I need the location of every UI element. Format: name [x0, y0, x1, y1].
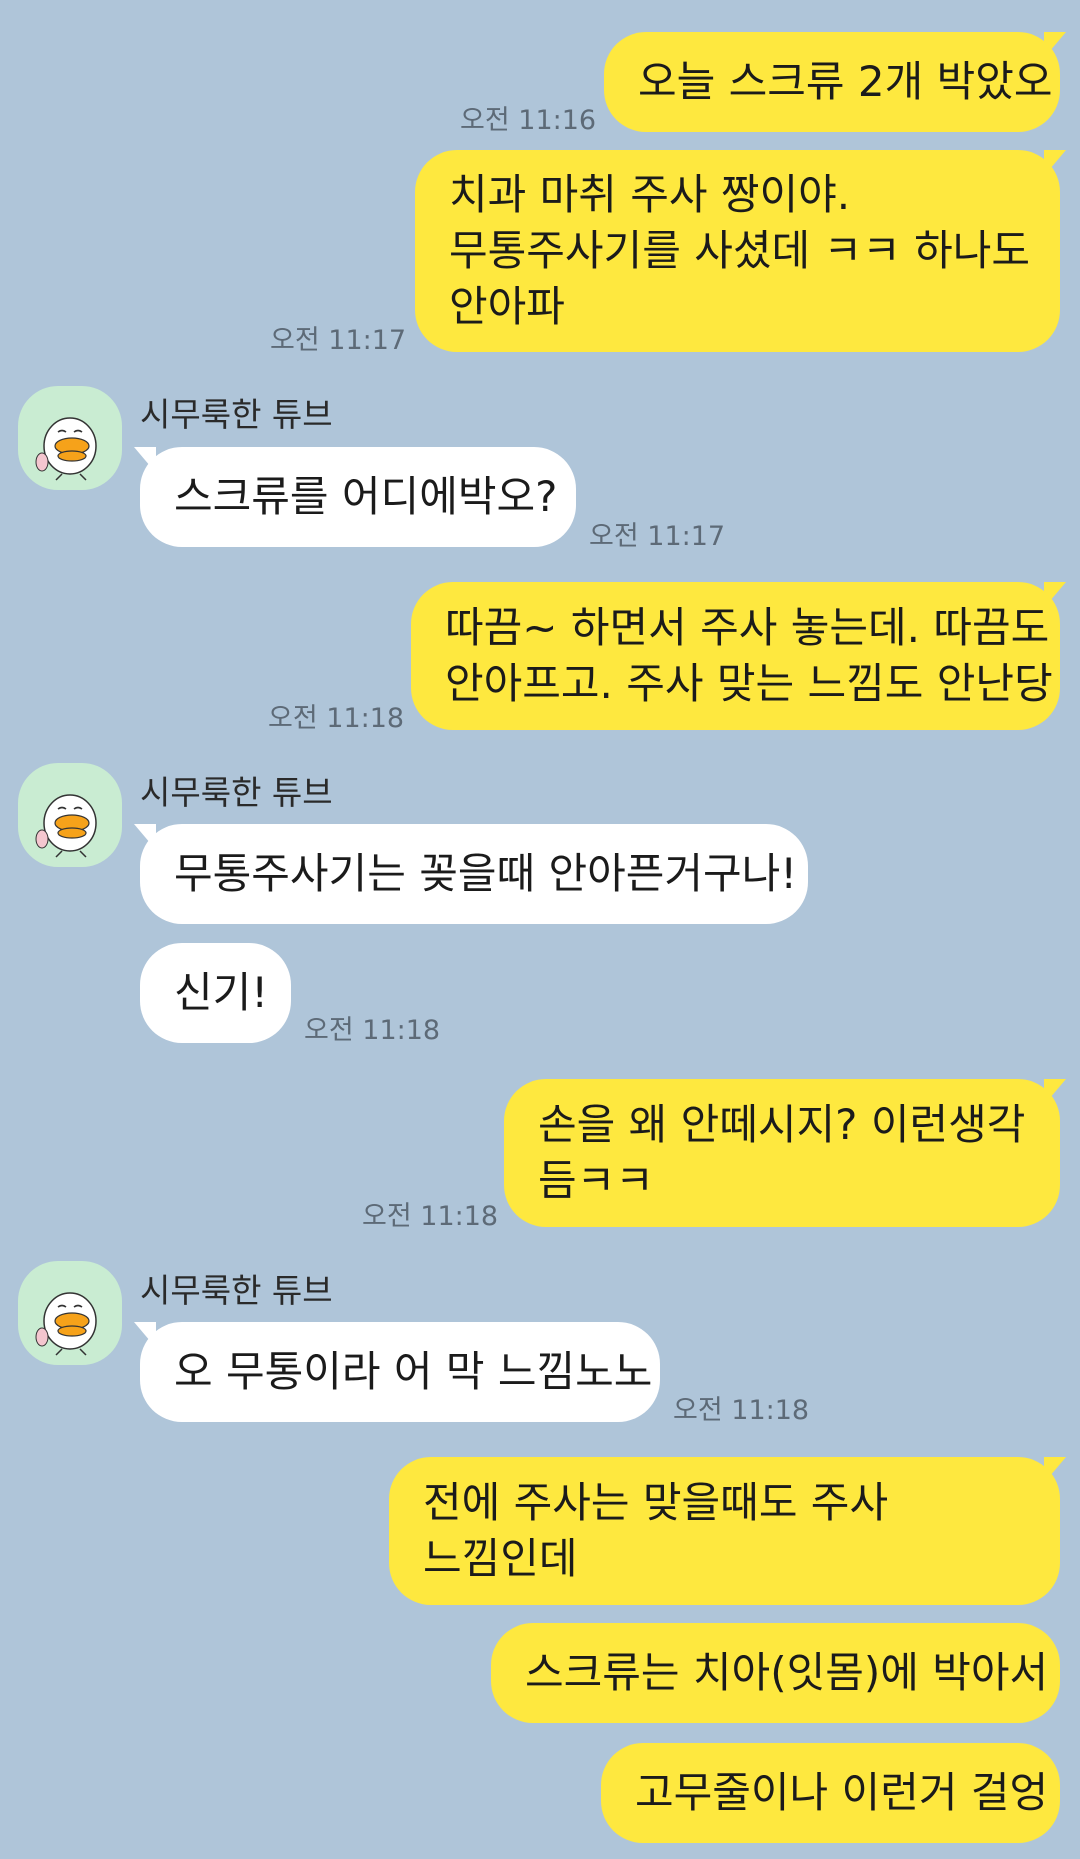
message-text: 전에 주사는 맞을때도 주사 [423, 1478, 889, 1527]
message-text: 오 무통이라 어 막 느낌노노 [174, 1347, 653, 1396]
avatar[interactable] [18, 1261, 122, 1365]
avatar[interactable] [18, 763, 122, 867]
message-bubble-incoming[interactable]: 오 무통이라 어 막 느낌노노 [134, 1322, 660, 1422]
message-bubble-incoming[interactable]: 신기! [140, 943, 291, 1043]
message-bubble-outgoing[interactable]: 오늘 스크류 2개 박았오 [604, 32, 1066, 132]
message-text: 안아파 [449, 282, 565, 331]
message-text: 고무줄이나 이런거 걸엉 [635, 1768, 1049, 1817]
message-text: 느낌인데 [423, 1534, 578, 1583]
message-text: 무통주사기는 꽂을때 안아픈거구나! [174, 849, 798, 898]
message-timestamp: 오전 11:18 [268, 703, 405, 734]
message-bubble-outgoing[interactable]: 고무줄이나 이런거 걸엉 [601, 1743, 1060, 1843]
message-text: 안아프고. 주사 맞는 느낌도 안난당 [445, 659, 1053, 708]
tube-duck-avatar-icon [35, 1292, 97, 1356]
message-timestamp: 오전 11:18 [304, 1015, 441, 1046]
message-bubble-outgoing[interactable]: 따끔~ 하면서 주사 놓는데. 따끔도 안아프고. 주사 맞는 느낌도 안난당 [411, 582, 1066, 730]
message-timestamp: 오전 11:16 [460, 105, 597, 136]
message-text: 손을 왜 안떼시지? 이런생각 [538, 1100, 1026, 1149]
message-text: 스크류는 치아(잇몸)에 박아서 [525, 1648, 1049, 1697]
message-timestamp: 오전 11:18 [362, 1201, 499, 1232]
sender-name: 시무룩한 튜브 [140, 1271, 333, 1310]
tube-duck-avatar-icon [35, 794, 97, 858]
tube-duck-avatar-icon [35, 417, 97, 481]
sender-name: 시무룩한 튜브 [140, 395, 333, 434]
message-timestamp: 오전 11:17 [589, 521, 726, 552]
message-text: 신기! [174, 968, 269, 1017]
message-bubble-outgoing[interactable]: 치과 마취 주사 짱이야. 무통주사기를 사셨데 ㅋㅋ 하나도 안아파 [415, 150, 1066, 352]
message-text: 스크류를 어디에박오? [174, 472, 558, 521]
message-bubble-outgoing[interactable]: 전에 주사는 맞을때도 주사 느낌인데 [389, 1457, 1066, 1605]
message-timestamp: 오전 11:17 [270, 325, 407, 356]
message-text: 오늘 스크류 2개 박았오 [638, 57, 1053, 106]
message-bubble-outgoing[interactable]: 스크류는 치아(잇몸)에 박아서 [491, 1623, 1060, 1723]
message-text: 따끔~ 하면서 주사 놓는데. 따끔도 [445, 603, 1050, 652]
message-text: 듬ㅋㅋ [538, 1156, 654, 1205]
message-text: 치과 마취 주사 짱이야. [449, 170, 851, 219]
message-bubble-incoming[interactable]: 무통주사기는 꽂을때 안아픈거구나! [134, 824, 808, 924]
avatar[interactable] [18, 386, 122, 490]
sender-name: 시무룩한 튜브 [140, 773, 333, 812]
message-timestamp: 오전 11:18 [673, 1395, 810, 1426]
message-bubble-outgoing[interactable]: 손을 왜 안떼시지? 이런생각 듬ㅋㅋ [504, 1079, 1066, 1227]
message-bubble-incoming[interactable]: 스크류를 어디에박오? [134, 447, 576, 547]
message-text: 무통주사기를 사셨데 ㅋㅋ 하나도 [449, 226, 1031, 275]
chat-area[interactable]: 오늘 스크류 2개 박았오 오전 11:16 치과 마취 주사 짱이야. 무통주… [0, 0, 1080, 1859]
